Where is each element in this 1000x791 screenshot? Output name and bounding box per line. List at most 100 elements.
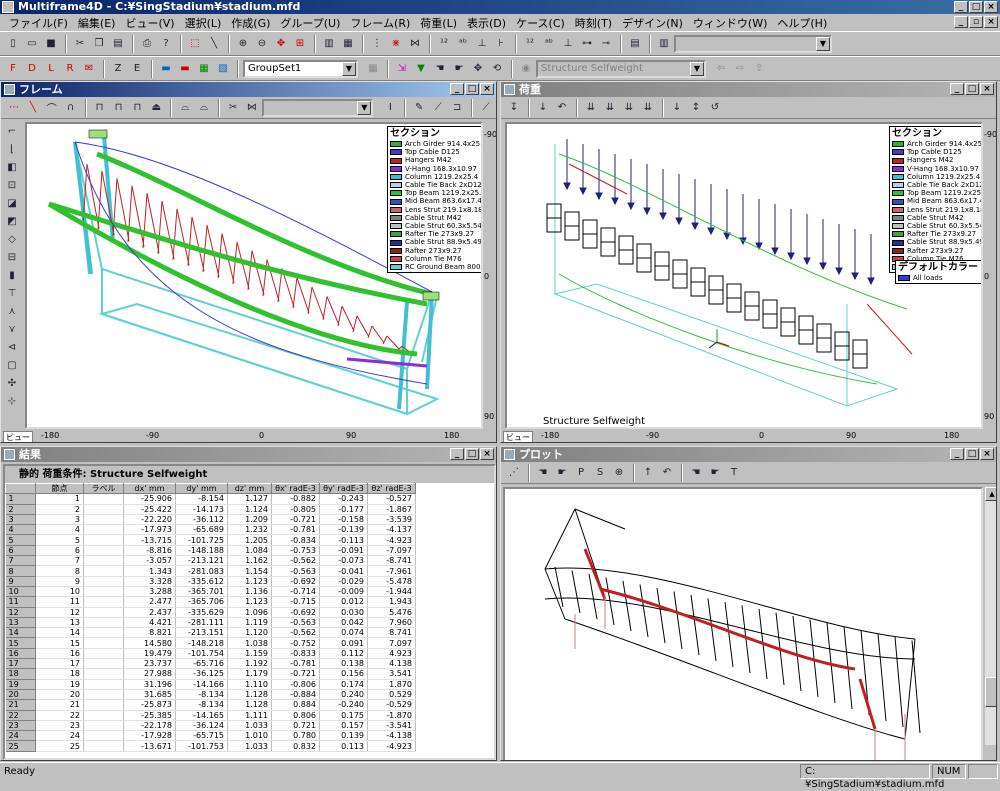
plot-p-icon[interactable]: P — [572, 464, 590, 482]
plot-maximize-button[interactable]: □ — [965, 448, 979, 460]
menu-item-2[interactable]: ビュー(V) — [120, 15, 179, 31]
side-tool-4-icon[interactable]: ⊡ — [3, 176, 21, 194]
plot-hand3-icon[interactable]: ☚ — [687, 464, 705, 482]
snap-grid-icon[interactable]: ⋮ — [368, 35, 386, 53]
menu-item-11[interactable]: デザイン(N) — [617, 15, 688, 31]
table-row[interactable]: 20 20 31.685 -8.134 1.128 -0.884 0.240 0.529 — [5, 689, 416, 701]
numbering-icon[interactable]: ¹² — [435, 35, 453, 53]
node-tool-icon[interactable]: ⋯ — [5, 99, 23, 117]
table-row[interactable]: 12 12 2.437 -335.629 1.096 -0.692 0.030 5.476 — [5, 607, 416, 618]
design-doc-icon[interactable]: D — [23, 60, 41, 78]
results-column-header[interactable]: dz' mm — [227, 482, 272, 495]
release-icon[interactable]: ⊸ — [597, 35, 615, 53]
plot-scroll-thumb[interactable] — [985, 677, 996, 707]
diagonal-icon[interactable]: ⟋ — [477, 99, 495, 117]
line-tool-icon[interactable]: ╲ — [205, 35, 223, 53]
layers-icon[interactable]: ▧ — [214, 60, 232, 78]
edit-doc-icon[interactable]: E — [128, 60, 146, 78]
pan-icon[interactable]: ✥ — [272, 35, 290, 53]
menu-item-4[interactable]: 作成(G) — [226, 15, 275, 31]
results-column-header[interactable]: dx' mm — [123, 482, 176, 495]
results-minimize-button[interactable]: _ — [450, 448, 464, 460]
open-folder-icon[interactable]: ▭ — [23, 35, 41, 53]
grid2-icon[interactable]: ▦ — [339, 35, 357, 53]
mdi-minimize-button[interactable]: _ — [954, 16, 968, 28]
menu-item-13[interactable]: ヘルプ(H) — [772, 15, 832, 31]
side-tool-9-icon[interactable]: ▮ — [3, 266, 21, 284]
menu-item-1[interactable]: 編集(E) — [73, 15, 121, 31]
table-row[interactable]: 14 14 8.821 -213.151 1.120 -0.562 0.074 8.741 — [5, 627, 416, 639]
plot-hand2-icon[interactable]: ☛ — [553, 464, 571, 482]
load-rot-icon[interactable]: ↺ — [706, 99, 724, 117]
load-arrow-icon[interactable]: ⇲ — [393, 60, 411, 78]
side-tool-15-icon[interactable]: ✣ — [3, 374, 21, 392]
table-row[interactable]: 17 17 23.737 -65.716 1.192 -0.781 0.138 4.138 — [5, 658, 416, 670]
snap-node-icon[interactable]: ⋇ — [387, 35, 405, 53]
side-tool-1-icon[interactable]: ⌐ — [3, 122, 21, 140]
plot-node-icon[interactable]: ⋰ — [505, 464, 523, 482]
load-down-icon[interactable]: ↓ — [534, 99, 552, 117]
move-icon[interactable]: ✥ — [469, 60, 487, 78]
arc2-tool-icon[interactable]: ∩ — [62, 99, 80, 117]
results-column-header[interactable]: θy' radE-3 — [319, 482, 368, 495]
support-icon[interactable]: ⊥ — [559, 35, 577, 53]
maximize-button[interactable]: □ — [969, 1, 983, 13]
menu-item-3[interactable]: 選択(L) — [180, 15, 227, 31]
forward-arrow-icon[interactable]: ⇨ — [731, 60, 749, 78]
table-row[interactable]: 8 8 1.343 -281.083 1.154 -0.563 -0.041 -7.961 — [5, 565, 416, 577]
pencil-icon[interactable]: ✎ — [410, 99, 428, 117]
side-tool-14-icon[interactable]: ▢ — [3, 356, 21, 374]
table-row[interactable]: 5 5 -13.715 -101.725 1.205 -0.834 -0.113 -4.923 — [5, 534, 416, 546]
plot-vertical-scrollbar[interactable]: ▲ — [984, 487, 996, 745]
group-grid-icon[interactable]: ▦ — [364, 60, 382, 78]
table-row[interactable]: 16 16 19.479 -101.754 1.159 -0.833 0.112 4.923 — [5, 648, 416, 660]
table-row[interactable]: 7 7 -3.057 -213.121 1.162 -0.562 -0.073 -8.741 — [5, 555, 416, 567]
side-tool-12-icon[interactable]: ⋎ — [3, 320, 21, 338]
ruler-icon[interactable]: ⟋ — [429, 99, 447, 117]
menu-item-0[interactable]: ファイル(F) — [4, 15, 73, 31]
new-file-icon[interactable]: ▯ — [4, 35, 22, 53]
load-doc-icon[interactable]: L — [42, 60, 60, 78]
plot-rotate-icon[interactable]: ↶ — [658, 464, 676, 482]
arch-icon[interactable]: ⌓ — [176, 99, 194, 117]
table-row[interactable]: 21 21 -25.873 -8.134 1.128 0.884 -0.240 -0.529 — [5, 699, 416, 711]
load-canvas[interactable]: セクション Arch Girder 914.4x25.4 Top Cable D1… — [505, 122, 983, 429]
menu-item-8[interactable]: 表示(D) — [462, 15, 511, 31]
table-row[interactable]: 4 4 -17.973 -65.689 1.232 -0.781 -0.139 -4.137 — [5, 524, 416, 536]
cut-icon[interactable]: ✂ — [71, 35, 89, 53]
side-tool-10-icon[interactable]: ⊤ — [3, 284, 21, 302]
load-close-button[interactable]: × — [980, 83, 994, 95]
plot-minimize-button[interactable]: _ — [950, 448, 964, 460]
table-row[interactable]: 11 11 2.477 -365.706 1.123 -0.715 0.012 1.943 — [5, 596, 416, 608]
mail-icon[interactable]: ✉ — [80, 60, 98, 78]
results-column-header[interactable]: dy' mm — [175, 482, 228, 495]
table-row[interactable]: 1 1 -25.906 -8.154 1.127 -0.882 -0.243 -0.527 — [5, 493, 416, 505]
animate-icon[interactable]: ⇧ — [750, 60, 768, 78]
plot-close-button[interactable]: × — [980, 448, 994, 460]
table-row[interactable]: 25 25 -13.671 -101.753 1.033 0.832 0.113 -4.923 — [5, 740, 416, 752]
restraint-icon[interactable]: ⊥ — [473, 35, 491, 53]
frame-close-button[interactable]: × — [480, 83, 494, 95]
menu-item-7[interactable]: 荷重(L) — [415, 15, 462, 31]
back-arrow-icon[interactable]: ⇦ — [712, 60, 730, 78]
table-row[interactable]: 10 10 3.288 -365.701 1.136 -0.714 -0.009 -1.944 — [5, 586, 416, 598]
table-row[interactable]: 24 24 -17.928 -65.715 1.010 0.780 0.139 -4.138 — [5, 730, 416, 742]
table-row[interactable]: 6 6 -8.816 -148.188 1.084 -0.753 -0.091 -7.097 — [5, 545, 416, 557]
grid-icon[interactable]: ▥ — [320, 35, 338, 53]
mdi-restore-button[interactable]: ▫ — [969, 16, 983, 28]
close-button[interactable]: × — [984, 1, 998, 13]
frame-doc-icon[interactable]: F — [4, 60, 22, 78]
arc-tool-icon[interactable]: ⌒ — [43, 99, 61, 117]
member-tool-icon[interactable]: ╲ — [24, 99, 42, 117]
filter-icon[interactable]: ▼ — [412, 60, 430, 78]
table-row[interactable]: 3 3 -22.220 -36.112 1.209 -0.721 -0.158 -3.539 — [5, 514, 416, 526]
scissors-tool-icon[interactable]: ✂ — [224, 99, 242, 117]
load-dist2-icon[interactable]: ⇊ — [601, 99, 619, 117]
save-icon[interactable]: ■ — [42, 35, 60, 53]
labels2-icon[interactable]: ᵃᵇ — [540, 35, 558, 53]
side-tool-2-icon[interactable]: ⌊ — [3, 140, 21, 158]
hand-icon[interactable]: ☚ — [431, 60, 449, 78]
view-select[interactable]: ▼ — [674, 34, 832, 53]
load-dist4-icon[interactable]: ⇊ — [639, 99, 657, 117]
paste-icon[interactable]: ▤ — [109, 35, 127, 53]
